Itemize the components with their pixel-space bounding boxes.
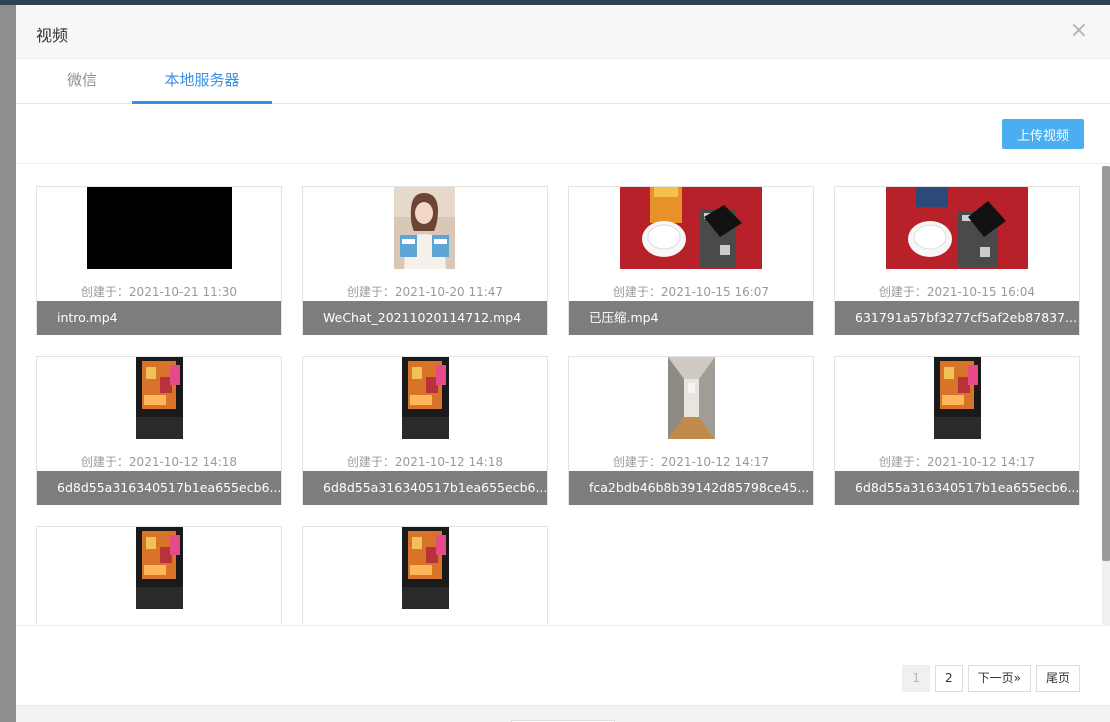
video-created-date: 创建于：2021-10-15 16:07	[612, 285, 770, 299]
gallery-scrollbar[interactable]	[1102, 166, 1110, 626]
video-thumbnail	[668, 357, 715, 439]
video-card[interactable]: 创建于：2021-10-12 14:17 6d8d55a316340517b1e…	[834, 356, 1080, 505]
video-thumbnail	[402, 357, 449, 439]
video-thumbnail	[934, 357, 981, 439]
video-filename: intro.mp4	[37, 301, 281, 335]
video-thumbnail	[136, 357, 183, 439]
video-thumbnail	[136, 527, 183, 609]
video-card[interactable]: 创建于：2021-10-15 16:07 已压缩.mp4	[568, 186, 814, 335]
video-thumbnail	[886, 187, 1028, 269]
video-card[interactable]: 创建于：2021-10-21 11:30 intro.mp4	[36, 186, 282, 335]
video-thumbnail	[87, 187, 232, 269]
close-icon[interactable]: ×	[1070, 18, 1088, 43]
video-card[interactable]: 创建于：2021-10-20 11:47 WeChat_202110201147…	[302, 186, 548, 335]
video-created-date: 创建于：2021-10-21 11:30	[80, 285, 238, 299]
modal-backdrop	[0, 5, 16, 722]
video-picker-modal: 视频 × 微信 本地服务器 上传视频 创建于：2021-10-21 11:30 …	[16, 5, 1110, 722]
video-thumbnail	[402, 527, 449, 609]
video-created-date: 创建于：2021-10-15 16:04	[878, 285, 1036, 299]
video-created-date: 创建于：2021-10-20 11:47	[346, 285, 504, 299]
modal-footer	[16, 705, 1110, 722]
tab-local-server[interactable]: 本地服务器	[132, 59, 272, 104]
page-1-button[interactable]: 1	[902, 665, 930, 692]
modal-header: 视频 ×	[16, 5, 1110, 59]
tab-wechat[interactable]: 微信	[46, 59, 118, 104]
video-card[interactable]: 创建于：2021-10-15 16:04 631791a57bf3277cf5a…	[834, 186, 1080, 335]
video-filename: 6d8d55a316340517b1ea655ecb6...	[303, 471, 547, 505]
video-thumbnail	[620, 187, 762, 269]
video-filename: 6d8d55a316340517b1ea655ecb6...	[37, 471, 281, 505]
video-card[interactable]: 创建于：2021-10-12 14:17 fca2bdb46b8b39142d8…	[568, 356, 814, 505]
video-filename: fca2bdb46b8b39142d85798ce45...	[569, 471, 813, 505]
video-filename: 631791a57bf3277cf5af2eb87837...	[835, 301, 1079, 335]
video-card[interactable]	[36, 526, 282, 625]
video-thumbnail	[394, 187, 455, 269]
source-tabs: 微信 本地服务器	[16, 59, 1110, 104]
video-created-date: 创建于：2021-10-12 14:18	[346, 455, 504, 469]
last-page-button[interactable]: 尾页	[1035, 665, 1080, 692]
video-gallery: 创建于：2021-10-21 11:30 intro.mp4 创建于：2021-…	[16, 166, 1110, 626]
video-created-date: 创建于：2021-10-12 14:18	[80, 455, 238, 469]
scrollbar-thumb[interactable]	[1102, 166, 1110, 561]
video-card[interactable]: 创建于：2021-10-12 14:18 6d8d55a316340517b1e…	[36, 356, 282, 505]
video-filename: 已压缩.mp4	[569, 301, 813, 335]
modal-title: 视频	[36, 26, 69, 45]
video-filename: WeChat_20211020114712.mp4	[303, 301, 547, 335]
page-2-button[interactable]: 2	[935, 665, 963, 692]
video-card[interactable]: 创建于：2021-10-12 14:18 6d8d55a316340517b1e…	[302, 356, 548, 505]
video-filename: 6d8d55a316340517b1ea655ecb6...	[835, 471, 1079, 505]
toolbar: 上传视频	[16, 104, 1110, 164]
next-page-button[interactable]: 下一页»	[967, 665, 1031, 692]
video-created-date: 创建于：2021-10-12 14:17	[612, 455, 770, 469]
video-card[interactable]	[302, 526, 548, 625]
video-created-date: 创建于：2021-10-12 14:17	[878, 455, 1036, 469]
pagination: 1 2 下一页» 尾页	[902, 665, 1080, 693]
upload-video-button[interactable]: 上传视频	[1002, 119, 1084, 149]
